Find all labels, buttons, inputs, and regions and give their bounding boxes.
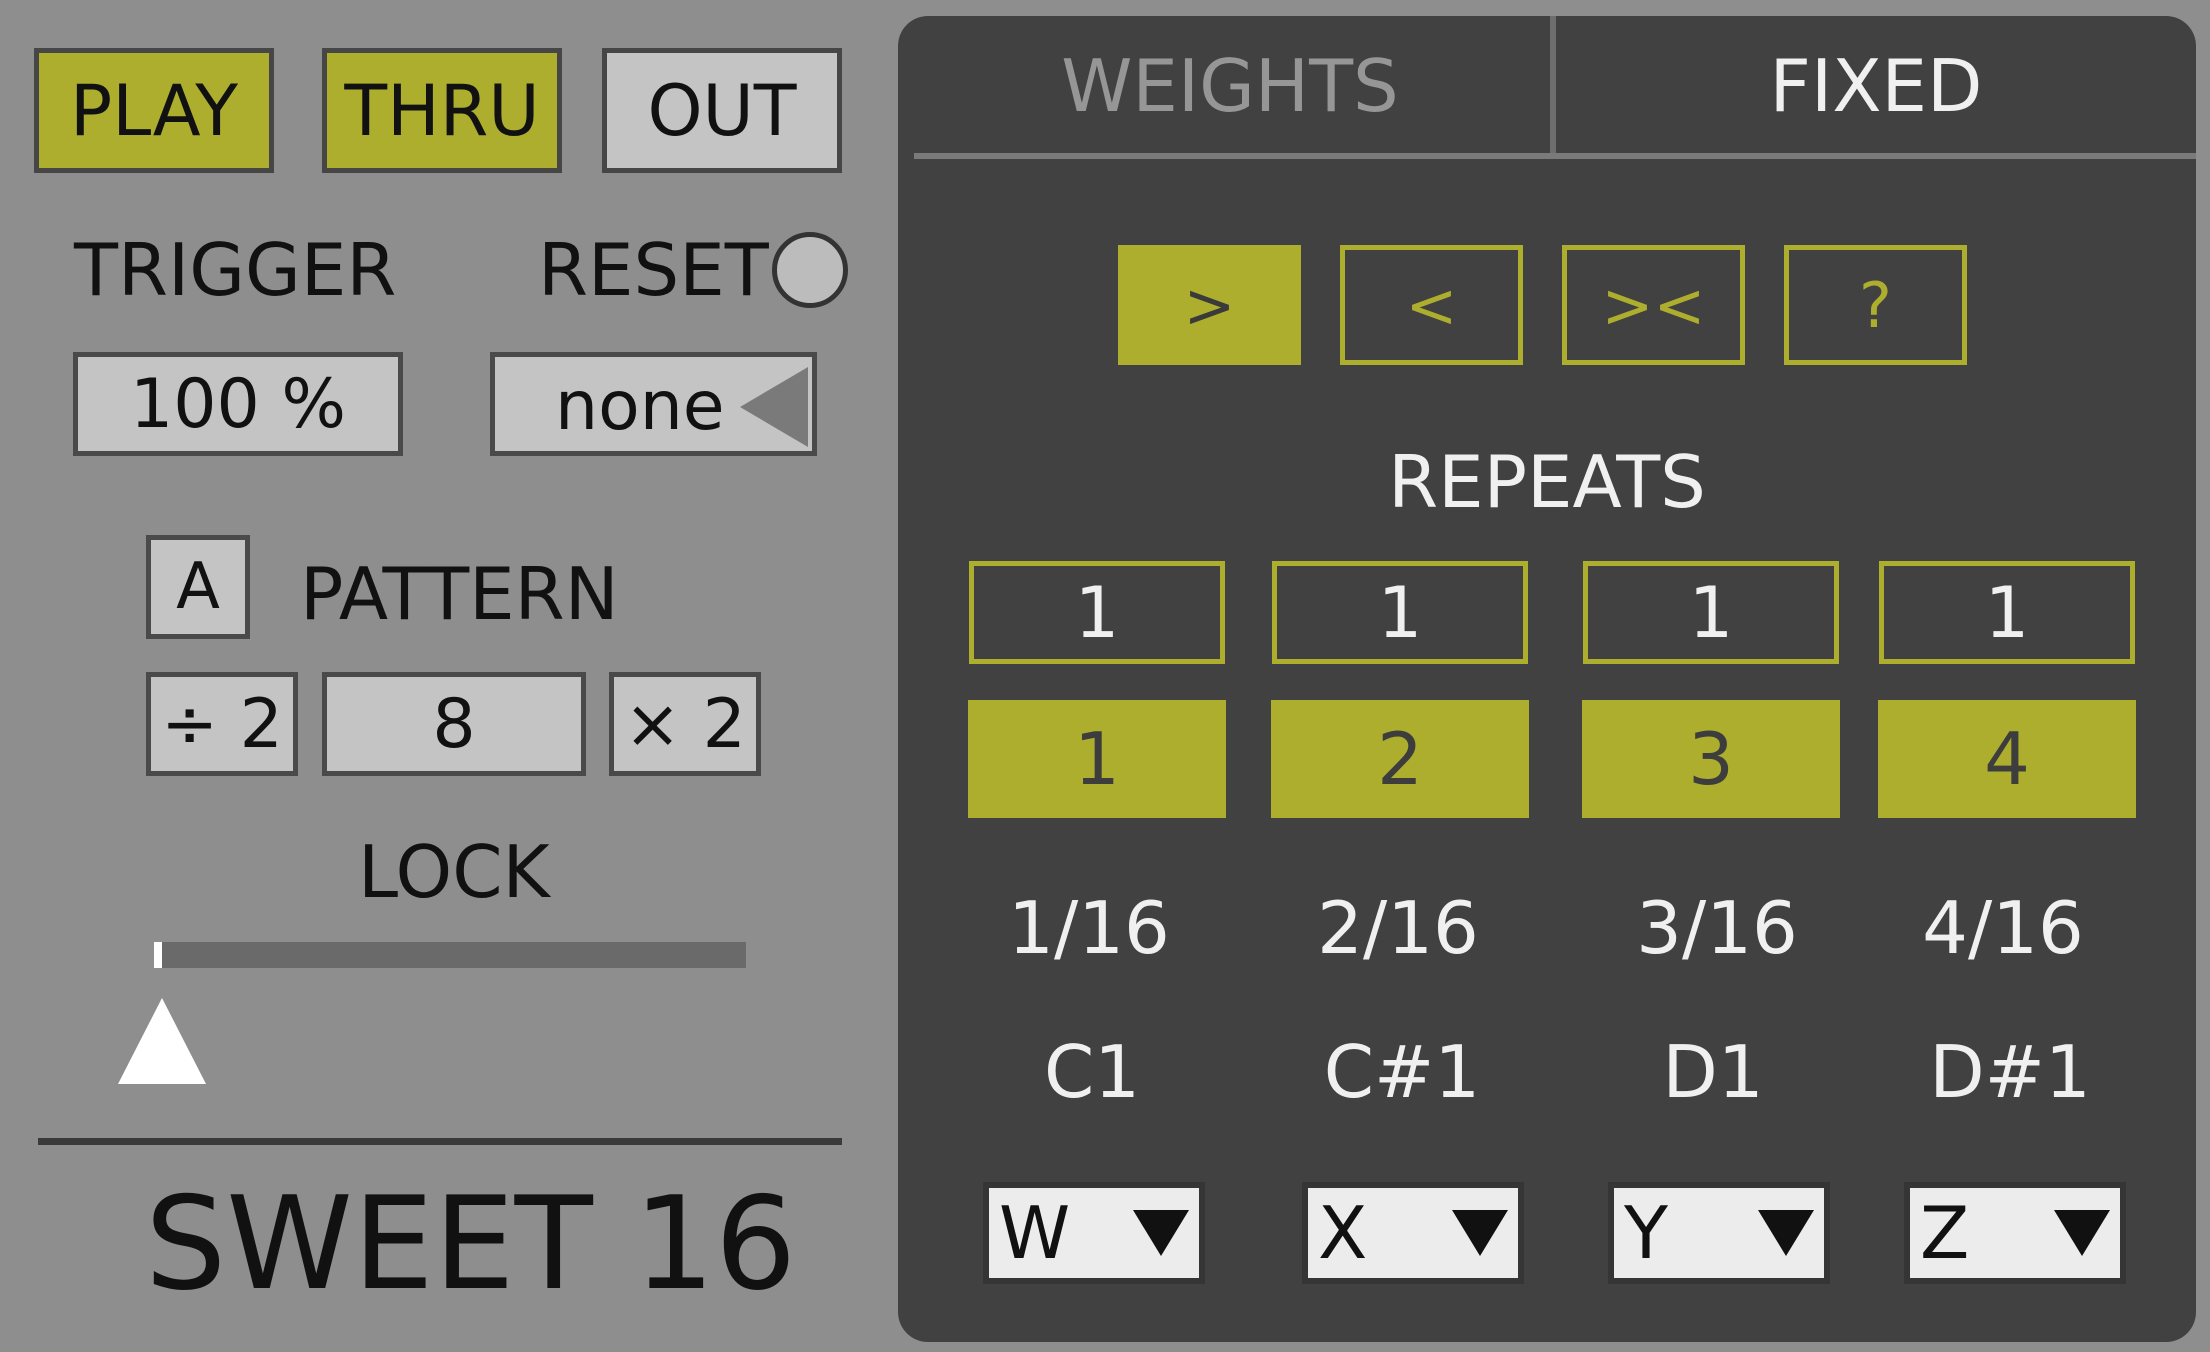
pattern-label: PATTERN (300, 552, 619, 636)
lock-slider-fill (154, 942, 162, 968)
thru-button[interactable]: THRU (322, 48, 562, 173)
pattern-length-field[interactable]: 8 (322, 672, 586, 776)
tab-weights[interactable]: WEIGHTS (910, 16, 1550, 156)
output-select-1[interactable]: W (983, 1182, 1205, 1284)
divider (38, 1138, 842, 1145)
output-select-3[interactable]: Y (1608, 1182, 1830, 1284)
lock-label: LOCK (358, 830, 550, 914)
lock-slider-handle[interactable] (118, 998, 206, 1084)
note-3: D1 (1662, 1030, 1764, 1114)
pattern-slot-button[interactable]: A (146, 535, 250, 639)
note-2: C#1 (1323, 1030, 1481, 1114)
duration-3: 3/16 (1636, 886, 1798, 970)
step-button-3[interactable]: 3 (1582, 700, 1840, 818)
direction-random-button[interactable]: ? (1784, 245, 1967, 365)
output-select-2[interactable]: X (1302, 1182, 1524, 1284)
direction-pingpong-button[interactable]: >< (1562, 245, 1745, 365)
chevron-down-icon (1133, 1210, 1189, 1256)
duration-4: 4/16 (1922, 886, 2084, 970)
reset-label: RESET (538, 228, 769, 312)
reset-menu-value: none (555, 367, 725, 446)
direction-backward-button[interactable]: < (1340, 245, 1523, 365)
step-button-4[interactable]: 4 (1878, 700, 2136, 818)
duration-1: 1/16 (1008, 886, 1170, 970)
repeat-field-1[interactable]: 1 (969, 561, 1225, 664)
chevron-down-icon (1452, 1210, 1508, 1256)
duration-2: 2/16 (1317, 886, 1479, 970)
lock-slider-track[interactable] (154, 942, 746, 968)
repeat-field-3[interactable]: 1 (1583, 561, 1839, 664)
note-4: D#1 (1929, 1030, 2091, 1114)
halve-length-button[interactable]: ÷ 2 (146, 672, 298, 776)
direction-forward-button[interactable]: > (1118, 245, 1301, 365)
repeats-label: REPEATS (1388, 440, 1706, 524)
chevron-down-icon (1758, 1210, 1814, 1256)
reset-indicator[interactable] (772, 232, 848, 308)
menu-arrow-icon (740, 367, 808, 447)
repeat-field-2[interactable]: 1 (1272, 561, 1528, 664)
repeat-field-4[interactable]: 1 (1879, 561, 2135, 664)
device-title: SWEET 16 (145, 1170, 797, 1319)
trigger-label: TRIGGER (74, 228, 397, 312)
out-button[interactable]: OUT (602, 48, 842, 173)
tab-underline (914, 153, 2196, 159)
step-button-2[interactable]: 2 (1271, 700, 1529, 818)
reset-menu[interactable]: none (490, 352, 817, 456)
step-button-1[interactable]: 1 (968, 700, 1226, 818)
output-select-4[interactable]: Z (1904, 1182, 2126, 1284)
fixed-settings-panel: WEIGHTS FIXED > < >< ? REPEATS 1 1 1 1 1… (898, 16, 2196, 1342)
double-length-button[interactable]: × 2 (609, 672, 761, 776)
tab-fixed[interactable]: FIXED (1556, 16, 2196, 156)
note-1: C1 (1043, 1030, 1141, 1114)
chevron-down-icon (2054, 1210, 2110, 1256)
trigger-probability-field[interactable]: 100 % (73, 352, 403, 456)
play-button[interactable]: PLAY (34, 48, 274, 173)
